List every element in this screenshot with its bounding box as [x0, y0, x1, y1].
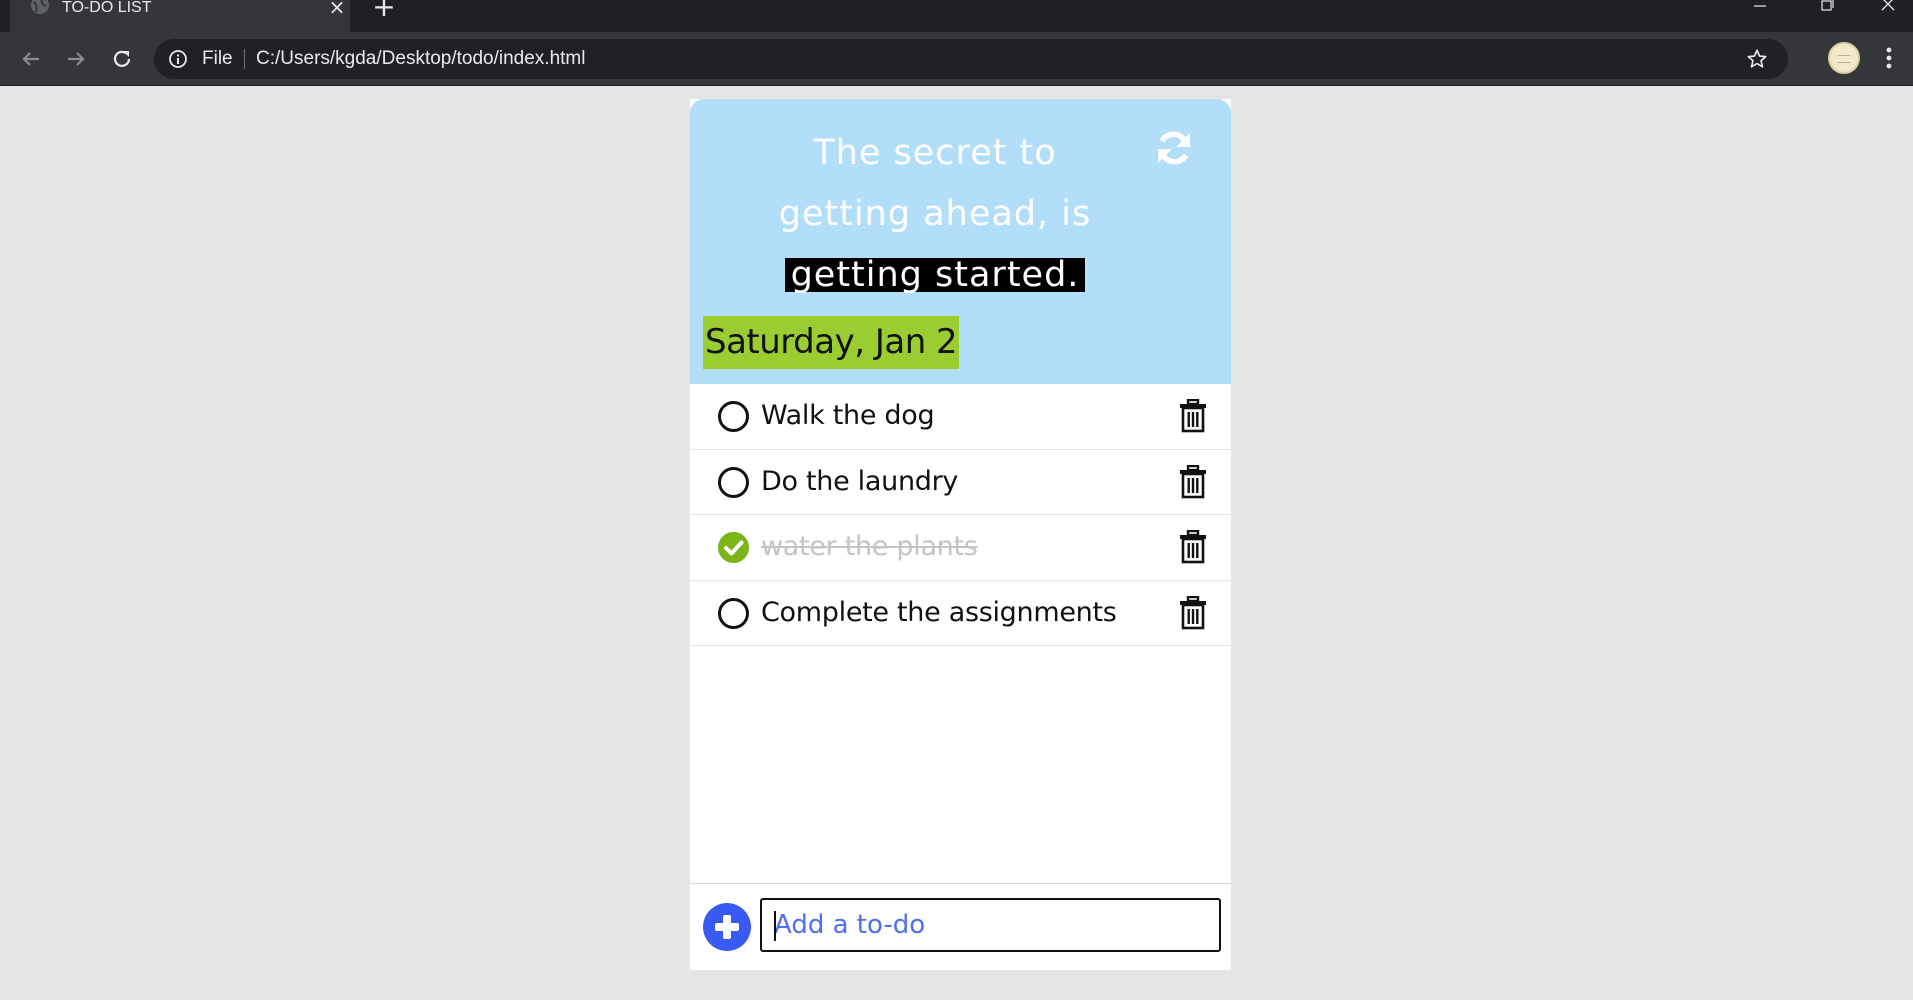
circle-icon	[718, 466, 749, 498]
restore-icon[interactable]	[1806, 0, 1846, 16]
quote-line-2: getting ahead, is	[778, 194, 1092, 234]
trash-icon[interactable]	[1179, 399, 1207, 433]
window-close-icon[interactable]	[1868, 0, 1908, 16]
motivational-quote: The secret to getting ahead, is getting …	[775, 123, 1095, 306]
tab-close-icon[interactable]: ×	[328, 0, 346, 17]
todo-checkbox[interactable]	[718, 597, 749, 629]
refresh-icon[interactable]	[1153, 127, 1195, 169]
todo-item-completed: water the plants	[690, 515, 1231, 581]
globe-icon	[31, 0, 49, 14]
kebab-menu-icon[interactable]	[1878, 43, 1900, 73]
todo-text: Walk the dog	[761, 400, 935, 431]
todo-checkbox[interactable]	[718, 532, 749, 563]
add-todo-input[interactable]	[760, 898, 1221, 952]
todo-checkbox[interactable]	[718, 466, 749, 498]
circle-icon	[718, 401, 749, 432]
trash-icon[interactable]	[1179, 464, 1207, 499]
todo-app: The secret to getting ahead, is getting …	[690, 99, 1231, 970]
star-icon[interactable]	[1746, 48, 1768, 70]
todo-item: Complete the assignments	[690, 581, 1231, 646]
quote-line-3: getting started.	[784, 258, 1086, 293]
check-circle-icon	[718, 532, 749, 563]
arrow-left-icon	[22, 52, 39, 66]
todo-text: Complete the assignments	[761, 596, 1117, 628]
file-label: File	[202, 48, 233, 69]
text-caret	[774, 911, 776, 941]
address-bar[interactable]: File C:/Users/kgda/Desktop/todo/index.ht…	[154, 39, 1788, 79]
quote-line-1: The secret to	[813, 133, 1057, 173]
minimize-icon[interactable]	[1740, 0, 1780, 16]
todo-text: water the plants	[761, 531, 978, 562]
todo-header: The secret to getting ahead, is getting …	[690, 99, 1231, 384]
trash-icon[interactable]	[1179, 595, 1207, 630]
reload-button[interactable]	[105, 42, 139, 76]
todo-checkbox[interactable]	[718, 401, 749, 432]
circle-icon	[718, 597, 749, 629]
reload-icon	[113, 50, 131, 67]
todo-list: Walk the dog Do the laundry water the pl…	[690, 384, 1231, 646]
info-icon[interactable]	[168, 49, 188, 69]
trash-icon[interactable]	[1179, 530, 1207, 564]
url-text[interactable]: C:/Users/kgda/Desktop/todo/index.html	[256, 39, 586, 79]
date-badge: Saturday, Jan 2	[703, 316, 960, 369]
tab-title: TO-DO LIST	[62, 0, 152, 16]
profile-avatar[interactable]	[1828, 42, 1860, 74]
browser-toolbar: File C:/Users/kgda/Desktop/todo/index.ht…	[0, 32, 1913, 86]
todo-text: Do the laundry	[761, 465, 959, 497]
forward-button[interactable]	[59, 42, 93, 76]
address-separator	[244, 49, 245, 69]
back-button[interactable]	[14, 42, 48, 76]
browser-tab[interactable]: TO-DO LIST ×	[10, 0, 350, 32]
add-todo-bar	[690, 883, 1231, 970]
new-tab-icon[interactable]: +	[372, 0, 396, 21]
arrow-right-icon	[68, 52, 85, 66]
todo-item: Do the laundry	[690, 450, 1231, 515]
todo-item: Walk the dog	[690, 384, 1231, 450]
add-todo-button[interactable]	[703, 903, 751, 951]
browser-tab-bar: TO-DO LIST × +	[0, 0, 1913, 32]
